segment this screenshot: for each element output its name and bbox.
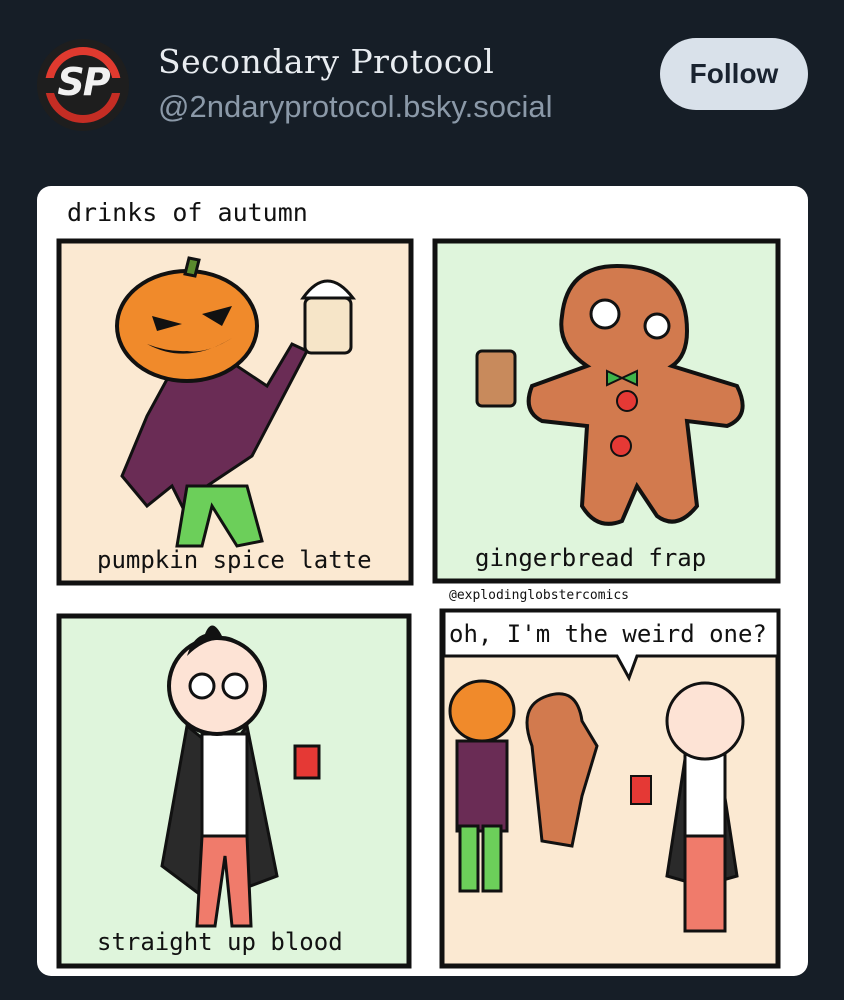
panel-1-caption: pumpkin spice latte bbox=[97, 546, 372, 574]
pumpkin-head-icon bbox=[115, 269, 259, 383]
comic-image[interactable]: drinks of autumn pumpkin spice latte gin… bbox=[37, 186, 808, 976]
comic-artwork bbox=[56, 238, 781, 969]
author-handle[interactable]: @2ndaryprotocol.bsky.social bbox=[158, 89, 552, 125]
panel-group bbox=[439, 608, 781, 969]
avatar-initials: SP bbox=[57, 60, 110, 104]
panel-2-caption: gingerbread frap bbox=[475, 544, 707, 572]
comic-title: drinks of autumn bbox=[67, 198, 308, 227]
speech-bubble-text: oh, I'm the weird one? bbox=[449, 620, 767, 648]
latte-cup-icon bbox=[303, 296, 353, 355]
frap-cup-icon bbox=[475, 349, 517, 408]
post-header: SP Secondary Protocol @2ndaryprotocol.bs… bbox=[0, 0, 844, 170]
panel-3-caption: straight up blood bbox=[97, 928, 343, 956]
author-name[interactable]: Secondary Protocol bbox=[158, 42, 494, 81]
follow-button[interactable]: Follow bbox=[660, 38, 808, 110]
panel-pumpkin bbox=[56, 238, 414, 586]
panel-gingerbread bbox=[432, 238, 781, 584]
panel-vampire bbox=[56, 613, 412, 969]
author-avatar[interactable]: SP bbox=[36, 38, 130, 132]
comic-credit: @explodinglobstercomics bbox=[449, 588, 630, 603]
blood-cup-icon bbox=[293, 744, 321, 780]
vampire-head-icon bbox=[167, 636, 267, 736]
